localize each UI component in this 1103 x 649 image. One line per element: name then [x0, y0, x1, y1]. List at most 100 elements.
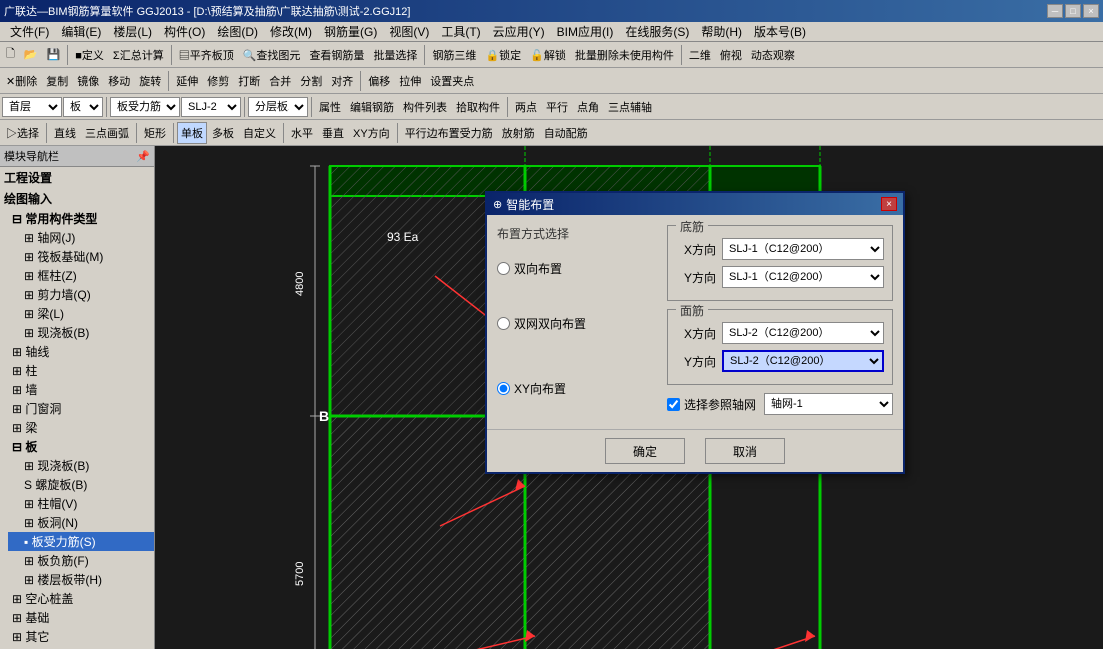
tb-align[interactable]: 对齐: [327, 70, 357, 92]
menu-modify[interactable]: 修改(M): [264, 22, 318, 41]
floor-select[interactable]: 首层: [2, 97, 62, 117]
tb-sum[interactable]: Σ汇总计算: [109, 44, 168, 66]
tb-save[interactable]: 💾: [43, 44, 65, 66]
rebar-type-select[interactable]: 板受力筋: [110, 97, 180, 117]
tb-delete[interactable]: ✕删除: [2, 70, 41, 92]
tb-move[interactable]: 移动: [104, 70, 134, 92]
tb-edit-rebar[interactable]: 编辑钢筋: [346, 96, 398, 118]
minimize-button[interactable]: －: [1047, 4, 1063, 18]
radio-double-net[interactable]: 双网双向布置: [497, 311, 657, 336]
tree-beam2[interactable]: ⊞ 梁: [8, 418, 154, 437]
menu-floor[interactable]: 楼层(L): [107, 22, 158, 41]
component-type-select[interactable]: 板: [63, 97, 103, 117]
tree-frame-column[interactable]: ⊞ 框柱(Z): [8, 266, 154, 285]
tb-rect[interactable]: 矩形: [140, 122, 170, 144]
axis-network-checkbox[interactable]: [667, 398, 680, 411]
confirm-button[interactable]: 确定: [605, 438, 685, 464]
nav-project-settings[interactable]: 工程设置: [0, 167, 154, 188]
tb-copy[interactable]: 复制: [42, 70, 72, 92]
tb-auto[interactable]: 自动配筋: [540, 122, 592, 144]
tree-column-cap[interactable]: ⊞ 柱帽(V): [8, 494, 154, 513]
bottom-x-select[interactable]: SLJ-1（C12@200）: [722, 238, 884, 260]
tb-break[interactable]: 打断: [234, 70, 264, 92]
tb-dynamic[interactable]: 动态观察: [747, 44, 799, 66]
tree-neg-rebar[interactable]: ⊞ 板负筋(F): [8, 551, 154, 570]
tree-axis[interactable]: ⊞ 轴线: [8, 342, 154, 361]
menu-help[interactable]: 帮助(H): [695, 22, 748, 41]
tb-new[interactable]: 🗋: [2, 44, 19, 66]
radio-xy[interactable]: XY向布置: [497, 376, 657, 401]
menu-bim[interactable]: BIM应用(I): [551, 22, 620, 41]
panel-pin[interactable]: 📌: [136, 150, 150, 163]
tb-offset[interactable]: 偏移: [364, 70, 394, 92]
tb-find[interactable]: 🔍查找图元: [239, 44, 305, 66]
tree-spiral-slab[interactable]: S 螺旋板(B): [8, 475, 154, 494]
tree-cast-slab[interactable]: ⊞ 现浇板(B): [8, 323, 154, 342]
dialog-close-button[interactable]: ×: [881, 197, 897, 211]
tb-parallel[interactable]: 平行: [542, 96, 572, 118]
canvas-area[interactable]: 4800 5700 B A 93 Ea ⊕ 智能布置 ×: [155, 146, 1103, 649]
tb-component-list[interactable]: 构件列表: [399, 96, 451, 118]
tb-pick[interactable]: 拾取构件: [452, 96, 504, 118]
tree-column[interactable]: ⊞ 柱: [8, 361, 154, 380]
layer-select[interactable]: 分层板1: [248, 97, 308, 117]
tree-cast-slab2[interactable]: ⊞ 现浇板(B): [8, 456, 154, 475]
tb-2d[interactable]: 二维: [685, 44, 715, 66]
tree-raft-foundation[interactable]: ⊞ 筏板基础(M): [8, 247, 154, 266]
nav-draw-input[interactable]: 绘图输入: [0, 188, 154, 209]
tb-vertical[interactable]: 垂直: [318, 122, 348, 144]
menu-edit[interactable]: 编辑(E): [55, 22, 107, 41]
menu-rebar[interactable]: 钢筋量(G): [318, 22, 383, 41]
tb-lock[interactable]: 🔒锁定: [481, 44, 525, 66]
tb-radial[interactable]: 放射筋: [498, 122, 539, 144]
tree-beam[interactable]: ⊞ 梁(L): [8, 304, 154, 323]
tb-view-rebar[interactable]: 查看钢筋量: [305, 44, 368, 66]
cancel-button[interactable]: 取消: [705, 438, 785, 464]
tb-batch-select[interactable]: 批量选择: [369, 44, 421, 66]
tb-horizontal[interactable]: 水平: [287, 122, 317, 144]
tb-parallel-edge[interactable]: 平行边布置受力筋: [401, 122, 497, 144]
bottom-y-select[interactable]: SLJ-1（C12@200）: [722, 266, 884, 288]
tree-door-window[interactable]: ⊞ 门窗洞: [8, 399, 154, 418]
tb-select[interactable]: ▷选择: [2, 122, 43, 144]
tb-rebar-3d[interactable]: 钢筋三维: [428, 44, 480, 66]
tree-slab-rebar[interactable]: ▪ 板受力筋(S): [8, 532, 154, 551]
tb-open[interactable]: 📂: [20, 44, 42, 66]
tb-stretch[interactable]: 拉伸: [395, 70, 425, 92]
menu-tools[interactable]: 工具(T): [435, 22, 486, 41]
menu-file[interactable]: 文件(F): [4, 22, 55, 41]
tree-wall[interactable]: ⊞ 墙: [8, 380, 154, 399]
tb-merge[interactable]: 合并: [265, 70, 295, 92]
radio-xy-input[interactable]: [497, 382, 510, 395]
tb-custom[interactable]: 自定义: [239, 122, 280, 144]
tb-xy-dir[interactable]: XY方向: [349, 122, 394, 144]
tree-common-components[interactable]: ⊟ 常用构件类型: [8, 209, 154, 228]
tree-axis-grid[interactable]: ⊞ 轴网(J): [8, 228, 154, 247]
tb-two-point[interactable]: 两点: [511, 96, 541, 118]
tb-batch-delete[interactable]: 批量删除未使用构件: [571, 44, 678, 66]
menu-draw[interactable]: 绘图(D): [211, 22, 264, 41]
menu-component[interactable]: 构件(O): [158, 22, 211, 41]
tree-slab[interactable]: ⊟ 板: [8, 437, 154, 456]
top-x-select[interactable]: SLJ-2（C12@200）: [722, 322, 884, 344]
tb-trim[interactable]: 修剪: [203, 70, 233, 92]
tree-other[interactable]: ⊞ 其它: [8, 627, 154, 646]
tb-mirror[interactable]: 镜像: [73, 70, 103, 92]
tb-property[interactable]: 属性: [315, 96, 345, 118]
tb-rotate[interactable]: 旋转: [135, 70, 165, 92]
tree-shear-wall[interactable]: ⊞ 剪力墙(Q): [8, 285, 154, 304]
tree-foundation[interactable]: ⊞ 基础: [8, 608, 154, 627]
tb-top-view[interactable]: 俯视: [716, 44, 746, 66]
tb-align-top[interactable]: ▤平齐板顶: [175, 44, 238, 66]
radio-bidirectional[interactable]: 双向布置: [497, 256, 657, 281]
tb-point-angle[interactable]: 点角: [573, 96, 603, 118]
menu-version[interactable]: 版本号(B): [748, 22, 812, 41]
tb-three-arc[interactable]: 三点画弧: [81, 122, 133, 144]
tb-single-board[interactable]: 单板: [177, 122, 207, 144]
menu-view[interactable]: 视图(V): [383, 22, 435, 41]
axis-network-select[interactable]: 轴网-1: [764, 393, 893, 415]
tb-three-point-aux[interactable]: 三点辅轴: [604, 96, 656, 118]
close-button[interactable]: ×: [1083, 4, 1099, 18]
maximize-button[interactable]: □: [1065, 4, 1081, 18]
menu-online[interactable]: 在线服务(S): [619, 22, 695, 41]
